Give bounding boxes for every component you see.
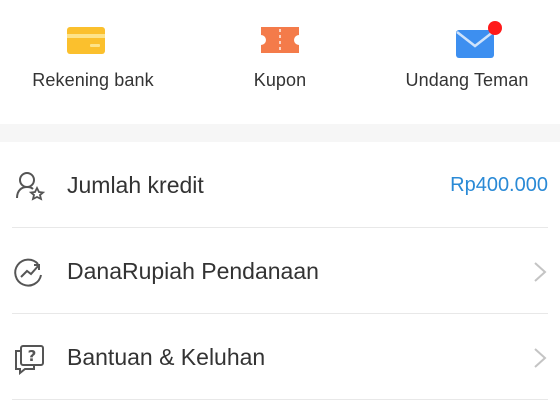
danarupiah-funding-row[interactable]: DanaRupiah Pendanaan [0, 228, 560, 313]
coupon-label: Kupon [253, 70, 307, 90]
credit-amount-label: Jumlah kredit [67, 172, 204, 198]
credit-amount-row[interactable]: Jumlah kredit Rp400.000 [0, 142, 560, 227]
section-separator [0, 124, 560, 142]
trend-chart-icon [14, 258, 42, 287]
bank-card-icon [67, 27, 105, 54]
chevron-right-icon [534, 262, 547, 282]
credit-badge-icon [16, 172, 46, 201]
envelope-icon [456, 21, 502, 58]
notification-dot [488, 21, 502, 35]
invite-friends-shortcut[interactable]: Undang Teman [374, 0, 560, 124]
coupon-ticket-icon [261, 27, 299, 53]
help-chat-icon: ? [15, 345, 44, 375]
coupon-shortcut[interactable]: Kupon [187, 0, 373, 124]
invite-friends-label: Undang Teman [405, 70, 529, 90]
danarupiah-funding-label: DanaRupiah Pendanaan [67, 258, 319, 284]
bank-account-label: Rekening bank [32, 70, 154, 90]
help-complaint-row[interactable]: ? Bantuan & Keluhan [0, 314, 560, 399]
credit-amount-value: Rp400.000 [450, 174, 548, 196]
bank-account-shortcut[interactable]: Rekening bank [0, 0, 186, 124]
chevron-right-icon [534, 348, 547, 368]
shortcut-bar: Rekening bank Kupon Undang Teman [0, 0, 560, 124]
help-complaint-label: Bantuan & Keluhan [67, 344, 266, 370]
svg-text:?: ? [28, 347, 37, 365]
